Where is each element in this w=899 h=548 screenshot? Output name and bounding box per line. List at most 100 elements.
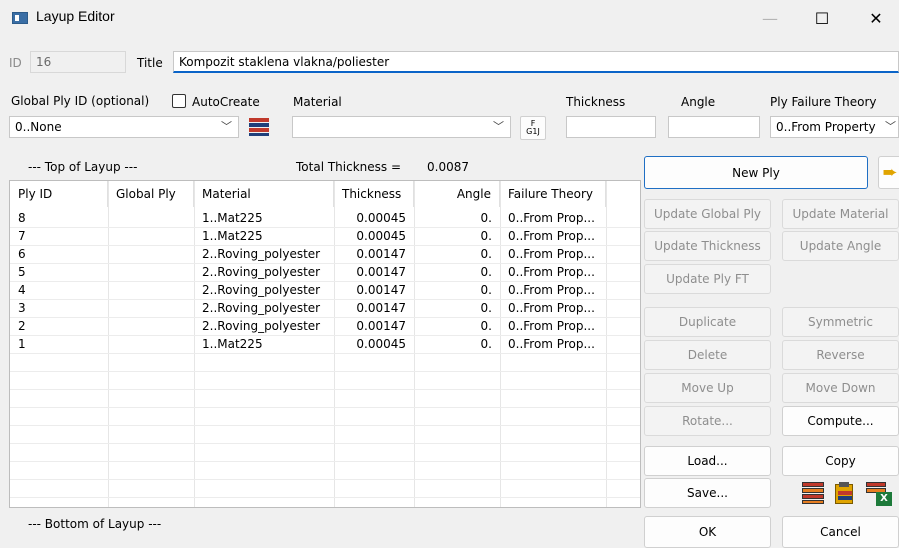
maximize-icon[interactable]: ☐ bbox=[799, 0, 845, 36]
table-cell-angle: 0. bbox=[480, 229, 492, 243]
angle-label: Angle bbox=[681, 95, 716, 109]
material-select[interactable]: ﹀ bbox=[292, 116, 511, 138]
ply-failure-label: Ply Failure Theory bbox=[770, 95, 877, 109]
delete-button[interactable]: Delete bbox=[644, 340, 771, 370]
ply-failure-select[interactable]: 0..From Property ﹀ bbox=[770, 116, 899, 138]
duplicate-button[interactable]: Duplicate bbox=[644, 307, 771, 337]
close-icon[interactable]: ✕ bbox=[853, 0, 899, 36]
table-cell-thickness: 0.00045 bbox=[356, 211, 406, 225]
load-button[interactable]: Load... bbox=[644, 446, 771, 476]
table-cell-material: 2..Roving_polyester bbox=[202, 319, 321, 333]
table-cell-failure: 0..From Prop... bbox=[508, 301, 595, 315]
table-cell-material: 2..Roving_polyester bbox=[202, 265, 321, 279]
table-cell-material: 1..Mat225 bbox=[202, 229, 263, 243]
column-header-global-ply[interactable]: Global Ply bbox=[108, 181, 194, 207]
table-cell-thickness: 0.00147 bbox=[356, 319, 406, 333]
column-header-material[interactable]: Material bbox=[194, 181, 334, 207]
table-cell-thickness: 0.00147 bbox=[356, 283, 406, 297]
autocreate-checkbox[interactable] bbox=[172, 94, 186, 108]
table-cell-thickness: 0.00147 bbox=[356, 301, 406, 315]
table-cell-failure: 0..From Prop... bbox=[508, 229, 595, 243]
save-button[interactable]: Save... bbox=[644, 478, 771, 508]
column-header-angle[interactable]: Angle bbox=[414, 181, 500, 207]
update-global-ply-button[interactable]: Update Global Ply bbox=[644, 199, 771, 229]
move-up-button[interactable]: Move Up bbox=[644, 373, 771, 403]
update-material-button[interactable]: Update Material bbox=[782, 199, 899, 229]
total-thickness-value: 0.0087 bbox=[427, 160, 469, 174]
compute-button[interactable]: Compute... bbox=[782, 406, 899, 436]
insert-arrow-icon[interactable]: ➨ bbox=[878, 156, 899, 189]
table-cell-thickness: 0.00045 bbox=[356, 337, 406, 351]
column-header-ply-id[interactable]: Ply ID bbox=[10, 181, 108, 207]
ply-failure-value: 0..From Property bbox=[776, 120, 876, 134]
update-ply-ft-button[interactable]: Update Ply FT bbox=[644, 264, 771, 294]
chevron-down-icon: ﹀ bbox=[221, 120, 232, 133]
title-input[interactable]: Kompozit staklena vlakna/poliester bbox=[173, 51, 899, 73]
global-ply-value: 0..None bbox=[15, 120, 62, 134]
table-cell-material: 2..Roving_polyester bbox=[202, 247, 321, 261]
title-label: Title bbox=[137, 56, 163, 70]
app-window-icon bbox=[12, 12, 28, 24]
title-bar: Layup Editor — ☐ ✕ bbox=[0, 0, 899, 36]
excel-export-icon[interactable]: X bbox=[866, 482, 892, 506]
table-cell-material: 2..Roving_polyester bbox=[202, 283, 321, 297]
layup-stack-icon[interactable] bbox=[249, 118, 269, 136]
move-down-button[interactable]: Move Down bbox=[782, 373, 899, 403]
table-cell-angle: 0. bbox=[480, 337, 492, 351]
table-cell-angle: 0. bbox=[480, 265, 492, 279]
table-cell-failure: 0..From Prop... bbox=[508, 211, 595, 225]
ok-button[interactable]: OK bbox=[644, 516, 771, 548]
table-cell-angle: 0. bbox=[480, 283, 492, 297]
update-angle-button[interactable]: Update Angle bbox=[782, 231, 899, 261]
thickness-label: Thickness bbox=[566, 95, 626, 109]
ply-table[interactable]: Ply ID Global Ply Material Thickness Ang… bbox=[9, 180, 641, 508]
thickness-input[interactable] bbox=[566, 116, 656, 138]
table-cell-failure: 0..From Prop... bbox=[508, 337, 595, 351]
global-ply-label: Global Ply ID (optional) bbox=[11, 94, 150, 108]
table-cell-ply-id: 3 bbox=[18, 301, 26, 315]
new-ply-button[interactable]: New Ply bbox=[644, 156, 868, 189]
table-cell-global-ply bbox=[108, 336, 194, 353]
update-thickness-button[interactable]: Update Thickness bbox=[644, 231, 771, 261]
minimize-icon[interactable]: — bbox=[747, 0, 793, 36]
top-of-layup-label: --- Top of Layup --- bbox=[28, 160, 138, 174]
table-cell-global-ply bbox=[108, 228, 194, 245]
reverse-button[interactable]: Reverse bbox=[782, 340, 899, 370]
clipboard-icon[interactable] bbox=[834, 482, 856, 504]
table-cell-material: 1..Mat225 bbox=[202, 211, 263, 225]
function-icon[interactable]: F G1J bbox=[520, 116, 546, 140]
bottom-of-layup-label: --- Bottom of Layup --- bbox=[28, 517, 162, 531]
table-cell-thickness: 0.00045 bbox=[356, 229, 406, 243]
table-cell-ply-id: 8 bbox=[18, 211, 26, 225]
table-cell-global-ply bbox=[108, 300, 194, 317]
table-cell-global-ply bbox=[108, 282, 194, 299]
window-title: Layup Editor bbox=[36, 8, 115, 24]
chevron-down-icon: ﹀ bbox=[493, 120, 504, 133]
material-label: Material bbox=[293, 95, 342, 109]
rotate-button[interactable]: Rotate... bbox=[644, 406, 771, 436]
table-cell-ply-id: 6 bbox=[18, 247, 26, 261]
copy-button[interactable]: Copy bbox=[782, 446, 899, 476]
table-cell-angle: 0. bbox=[480, 301, 492, 315]
column-header-thickness[interactable]: Thickness bbox=[334, 181, 414, 207]
table-cell-global-ply bbox=[108, 318, 194, 335]
table-cell-thickness: 0.00147 bbox=[356, 247, 406, 261]
table-cell-failure: 0..From Prop... bbox=[508, 247, 595, 261]
layup-export-icon[interactable] bbox=[802, 482, 824, 504]
total-thickness-label: Total Thickness = bbox=[296, 160, 402, 174]
angle-input[interactable] bbox=[668, 116, 760, 138]
table-cell-ply-id: 1 bbox=[18, 337, 26, 351]
cancel-button[interactable]: Cancel bbox=[782, 516, 899, 548]
global-ply-select[interactable]: 0..None ﹀ bbox=[9, 116, 239, 138]
table-cell-global-ply bbox=[108, 246, 194, 263]
table-cell-angle: 0. bbox=[480, 211, 492, 225]
table-cell-failure: 0..From Prop... bbox=[508, 283, 595, 297]
table-cell-material: 2..Roving_polyester bbox=[202, 301, 321, 315]
table-cell-angle: 0. bbox=[480, 319, 492, 333]
table-cell-ply-id: 4 bbox=[18, 283, 26, 297]
table-cell-ply-id: 5 bbox=[18, 265, 26, 279]
table-cell-global-ply bbox=[108, 264, 194, 281]
table-cell-ply-id: 2 bbox=[18, 319, 26, 333]
column-header-failure-theory[interactable]: Failure Theory bbox=[500, 181, 606, 207]
symmetric-button[interactable]: Symmetric bbox=[782, 307, 899, 337]
